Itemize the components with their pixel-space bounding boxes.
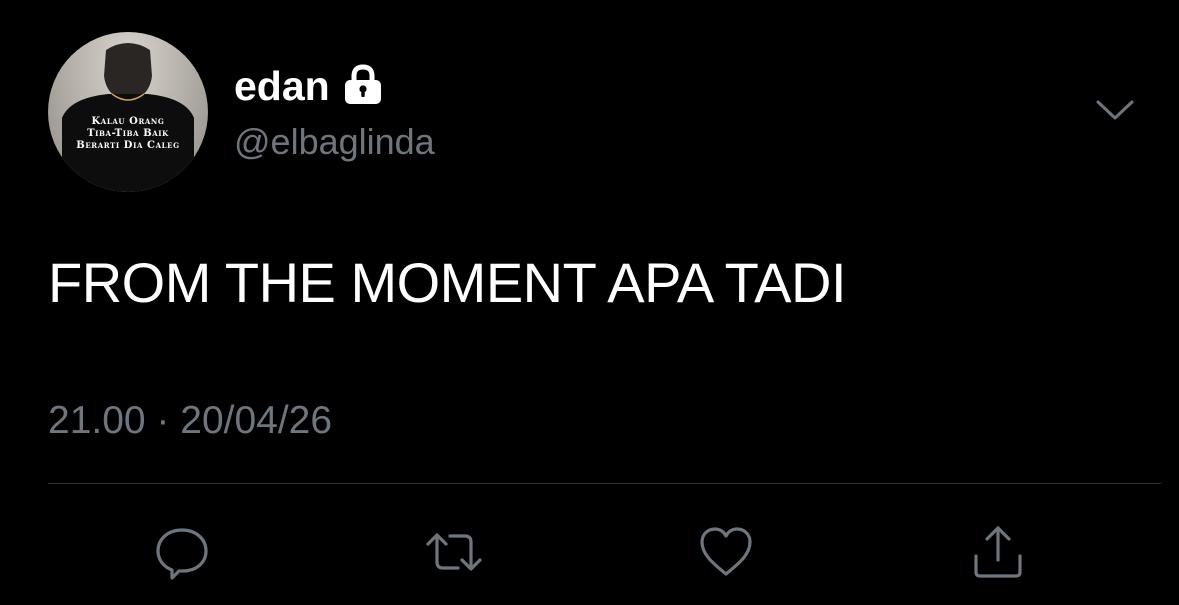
avatar-caption-line: Tiba-Tiba Baik xyxy=(87,128,169,139)
avatar[interactable]: Kalau Orang Tiba-Tiba Baik Berarti Dia C… xyxy=(48,32,208,192)
retweet-icon xyxy=(426,533,482,571)
chevron-down-icon xyxy=(1096,100,1134,120)
divider xyxy=(48,483,1161,484)
share-button[interactable] xyxy=(968,522,1028,582)
reply-icon xyxy=(156,528,208,580)
avatar-caption-line: Berarti Dia Caleg xyxy=(76,140,180,151)
reply-button[interactable] xyxy=(152,522,212,582)
avatar-figure xyxy=(62,43,194,192)
heart-icon xyxy=(700,527,752,576)
lock-icon xyxy=(342,63,384,105)
tweet-text: FROM THE MOMENT APA TADI xyxy=(48,251,847,314)
avatar-caption-line: Kalau Orang xyxy=(91,116,165,127)
like-button[interactable] xyxy=(696,522,756,582)
share-icon xyxy=(974,526,1022,578)
retweet-button[interactable] xyxy=(424,522,484,582)
display-name-row: edan xyxy=(234,62,384,110)
tweet-menu-button[interactable] xyxy=(1092,92,1138,128)
timestamp[interactable]: 21.00 · 20/04/26 xyxy=(48,398,332,444)
display-name[interactable]: edan xyxy=(234,62,330,110)
avatar-caption: Kalau Orang Tiba-Tiba Baik Berarti Dia C… xyxy=(48,116,208,152)
handle[interactable]: @elbaglinda xyxy=(234,120,435,164)
